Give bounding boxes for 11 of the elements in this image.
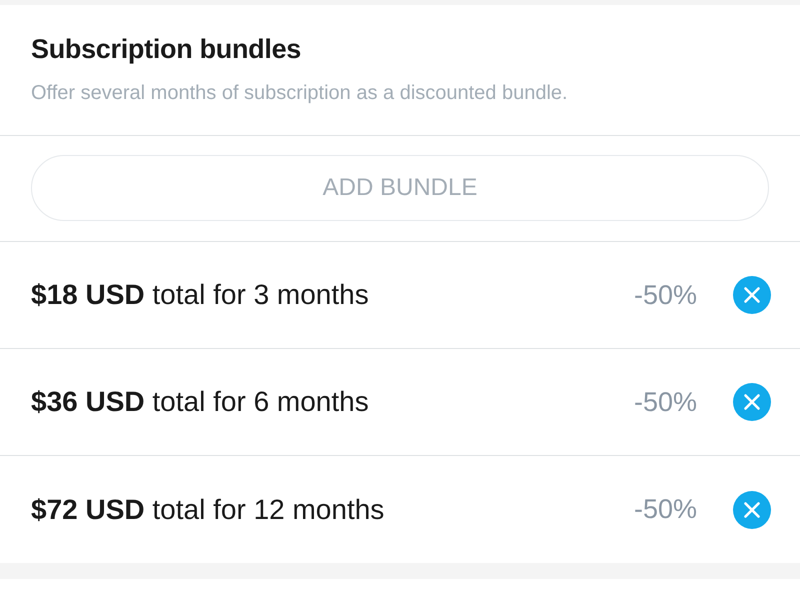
discount-percent: -50% [634,493,697,526]
discount-percent: -50% [634,386,697,419]
bundle-description: $72 USD total for 12 months [31,492,386,526]
remove-icon[interactable] [733,383,771,421]
bundle-description: $18 USD total for 3 months [31,278,370,312]
remove-icon[interactable] [733,276,771,314]
section-title: Subscription bundles [31,34,302,64]
discount-percent: -50% [634,278,697,312]
bundle-description: $36 USD total for 6 months [31,385,370,419]
remove-icon[interactable] [733,490,771,528]
section-description: Offer several months of subscription as a discounted bundle. [31,81,569,105]
